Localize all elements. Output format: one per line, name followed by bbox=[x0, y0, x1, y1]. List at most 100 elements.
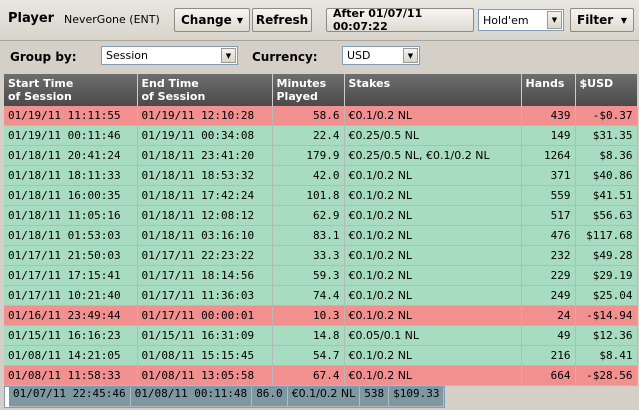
cell-end: 01/18/11 17:42:24 bbox=[137, 185, 273, 206]
column-header-minutes-played[interactable]: Minutes Played bbox=[272, 74, 345, 106]
chevron-down-icon: ▼ bbox=[236, 15, 243, 25]
column-header-text: Hands bbox=[525, 77, 565, 90]
date-filter-label: After 01/07/11 00:07:22 bbox=[333, 7, 423, 33]
cell-start: 01/07/11 22:45:46 bbox=[9, 387, 131, 407]
date-filter-button[interactable]: After 01/07/11 00:07:22 bbox=[326, 7, 474, 33]
currency-label: Currency: bbox=[252, 50, 318, 64]
table-body: 01/19/11 11:11:55 01/19/11 12:10:28 58.6 €0… bbox=[4, 106, 638, 408]
cell-usd: $25.04 bbox=[575, 285, 638, 306]
table-row[interactable]: 01/18/11 01:53:03 01/18/11 03:16:10 83.1 €0… bbox=[4, 225, 638, 246]
cell-end: 01/17/11 11:36:03 bbox=[137, 285, 273, 306]
cell-hands: 476 bbox=[521, 225, 576, 246]
column-header-text: Start Time bbox=[8, 77, 74, 90]
cell-hands: 249 bbox=[521, 285, 576, 306]
group-by-label: Group by: bbox=[10, 50, 77, 64]
refresh-button-label: Refresh bbox=[255, 13, 309, 27]
game-select[interactable]: Hold'em ▼ bbox=[478, 9, 564, 31]
cell-hands: 149 bbox=[521, 125, 576, 146]
column-header-text: Minutes bbox=[276, 77, 327, 90]
table-row[interactable]: 01/19/11 11:11:55 01/19/11 12:10:28 58.6 €0… bbox=[4, 106, 638, 126]
cell-stakes: €0.1/0.2 NL bbox=[344, 365, 522, 386]
cell-hands: 559 bbox=[521, 185, 576, 206]
cell-usd: -$0.37 bbox=[575, 106, 638, 126]
table-row[interactable]: 01/16/11 23:49:44 01/17/11 00:00:01 10.3 €0… bbox=[4, 305, 638, 326]
cell-end: 01/18/11 18:53:32 bbox=[137, 165, 273, 186]
column-header-hands[interactable]: Hands bbox=[521, 74, 576, 106]
cell-start: 01/18/11 16:00:35 bbox=[4, 185, 138, 206]
cell-minutes: 86.0 bbox=[252, 387, 288, 407]
group-bar: Group by: Session ▼ Currency: USD ▼ bbox=[0, 41, 639, 71]
column-header-usd[interactable]: $USD bbox=[575, 74, 638, 106]
chevron-down-icon[interactable]: ▼ bbox=[221, 48, 236, 63]
table-row[interactable]: 01/19/11 00:11:46 01/19/11 00:34:08 22.4 €0… bbox=[4, 125, 638, 146]
column-header-start-time[interactable]: Start Time of Session bbox=[4, 74, 138, 106]
table-row[interactable]: 01/18/11 16:00:35 01/18/11 17:42:24 101.8 €… bbox=[4, 185, 638, 206]
cell-minutes: 67.4 bbox=[272, 365, 345, 386]
cell-hands: 538 bbox=[360, 387, 390, 407]
game-select-value: Hold'em bbox=[483, 13, 529, 27]
chevron-down-icon[interactable]: ▼ bbox=[547, 11, 562, 29]
cell-start: 01/08/11 11:58:33 bbox=[4, 365, 138, 386]
table-row[interactable]: 01/17/11 21:50:03 01/17/11 22:23:22 33.3 €0… bbox=[4, 245, 638, 266]
column-header-end-time[interactable]: End Time of Session bbox=[137, 74, 273, 106]
cell-stakes: €0.1/0.2 NL bbox=[344, 185, 522, 206]
column-header-text: of Session bbox=[8, 90, 72, 103]
player-name: NeverGone (ENT) bbox=[64, 13, 160, 26]
cell-minutes: 179.9 bbox=[272, 145, 345, 166]
cell-end: 01/08/11 15:15:45 bbox=[137, 345, 273, 366]
table-row[interactable]: 01/17/11 17:15:41 01/17/11 18:14:56 59.3 €0… bbox=[4, 265, 638, 286]
table-row[interactable]: 01/17/11 10:21:40 01/17/11 11:36:03 74.4 €0… bbox=[4, 285, 638, 306]
cell-usd: $117.68 bbox=[575, 225, 638, 246]
table-row[interactable]: 01/08/11 11:58:33 01/08/11 13:05:58 67.4 €0… bbox=[4, 365, 638, 386]
cell-stakes: €0.1/0.2 NL bbox=[344, 265, 522, 286]
change-button[interactable]: Change ▼ bbox=[174, 8, 250, 32]
cell-end: 01/18/11 23:41:20 bbox=[137, 145, 273, 166]
table-row[interactable]: 01/18/11 18:11:33 01/18/11 18:53:32 42.0 €0… bbox=[4, 165, 638, 186]
cell-minutes: 14.8 bbox=[272, 325, 345, 346]
cell-hands: 229 bbox=[521, 265, 576, 286]
cell-hands: 232 bbox=[521, 245, 576, 266]
column-header-text: Stakes bbox=[348, 77, 391, 90]
currency-select[interactable]: USD ▼ bbox=[342, 46, 420, 65]
table-row[interactable]: 01/18/11 11:05:16 01/18/11 12:08:12 62.9 €0… bbox=[4, 205, 638, 226]
cell-stakes: €0.1/0.2 NL bbox=[344, 106, 522, 126]
cell-hands: 439 bbox=[521, 106, 576, 126]
cell-hands: 49 bbox=[521, 325, 576, 346]
cell-end: 01/19/11 00:34:08 bbox=[137, 125, 273, 146]
cell-stakes: €0.1/0.2 NL bbox=[344, 205, 522, 226]
table-row[interactable]: 01/08/11 14:21:05 01/08/11 15:15:45 54.7 €0… bbox=[4, 345, 638, 366]
cell-minutes: 54.7 bbox=[272, 345, 345, 366]
table-row[interactable]: 01/18/11 20:41:24 01/18/11 23:41:20 179.9 €… bbox=[4, 145, 638, 166]
filter-button[interactable]: Filter ▼ bbox=[570, 8, 634, 32]
cell-stakes: €0.25/0.5 NL, €0.1/0.2 NL bbox=[344, 145, 522, 166]
chevron-down-icon[interactable]: ▼ bbox=[403, 48, 418, 63]
column-header-stakes[interactable]: Stakes bbox=[344, 74, 522, 106]
column-header-text: Played bbox=[276, 90, 318, 103]
cell-usd: $41.51 bbox=[575, 185, 638, 206]
cell-usd: -$14.94 bbox=[575, 305, 638, 326]
cell-stakes: €0.1/0.2 NL bbox=[344, 225, 522, 246]
cell-hands: 216 bbox=[521, 345, 576, 366]
cell-usd: $8.41 bbox=[575, 345, 638, 366]
change-button-label: Change bbox=[181, 13, 232, 27]
player-label: Player bbox=[8, 11, 55, 26]
refresh-button[interactable]: Refresh bbox=[252, 8, 312, 32]
cell-minutes: 74.4 bbox=[272, 285, 345, 306]
cell-stakes: €0.1/0.2 NL bbox=[344, 245, 522, 266]
group-by-select[interactable]: Session ▼ bbox=[101, 46, 238, 65]
table-row[interactable]: 01/15/11 16:16:23 01/15/11 16:31:09 14.8 €0… bbox=[4, 325, 638, 346]
cell-end: 01/17/11 18:14:56 bbox=[137, 265, 273, 286]
cell-hands: 1264 bbox=[521, 145, 576, 166]
table-row[interactable]: 01/07/11 22:45:46 01/08/11 00:11:48 86.0 €0… bbox=[4, 386, 446, 408]
cell-usd: $49.28 bbox=[575, 245, 638, 266]
cell-usd: $40.86 bbox=[575, 165, 638, 186]
cell-usd: $109.33 bbox=[389, 387, 445, 407]
cell-usd: $56.63 bbox=[575, 205, 638, 226]
sessions-table: Start Time of Session End Time of Session Mi… bbox=[4, 74, 638, 408]
cell-stakes: €0.1/0.2 NL bbox=[344, 345, 522, 366]
column-header-text: End Time bbox=[141, 77, 199, 90]
cell-usd: $12.36 bbox=[575, 325, 638, 346]
cell-stakes: €0.1/0.2 NL bbox=[344, 305, 522, 326]
cell-usd: $29.19 bbox=[575, 265, 638, 286]
cell-start: 01/19/11 11:11:55 bbox=[4, 106, 138, 126]
